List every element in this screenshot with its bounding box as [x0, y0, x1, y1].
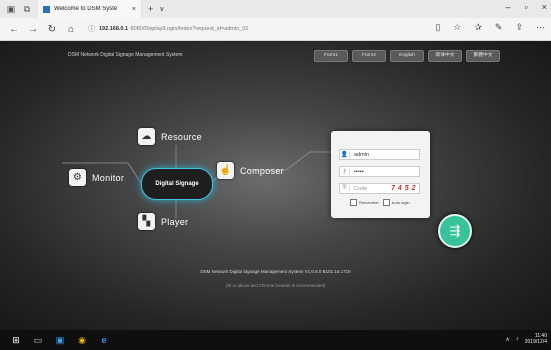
remember-label: Remember	[359, 200, 379, 205]
captcha-image[interactable]: 7 4 5 2	[391, 185, 416, 192]
auto-login-label: Auto login	[391, 200, 410, 205]
toolbar-actions: ▯ ☆ ✰ ✎ ⇪ ⋯	[435, 22, 545, 33]
remember-checkbox[interactable]	[350, 199, 357, 206]
forward-icon[interactable]: →	[28, 24, 38, 35]
digital-signage-cloud: Digital Signage	[141, 168, 213, 200]
player-grid-icon: ▚	[138, 213, 155, 230]
address-toolbar: ← → ↻ ⌂ ⓘ 192.168.0.1 :8080/Display/Logi…	[0, 18, 551, 41]
tab-favicon-icon	[43, 5, 50, 13]
tab-close-icon[interactable]: ×	[132, 6, 136, 13]
clock[interactable]: 11:40 2019/12/4	[525, 333, 547, 345]
username-value: admin	[354, 151, 369, 158]
browser-tab-bar: ▣ ⧉ Welcome to DSM Syste × + ∨ – ▫ ×	[0, 0, 551, 18]
tab-title: Welcome to DSM Syste	[54, 6, 118, 12]
code-placeholder: Code	[354, 185, 368, 192]
system-tray: ∧ ♪ 11:40 2019/12/4	[505, 333, 547, 345]
key-icon: ⚷	[340, 168, 350, 175]
new-tab-button[interactable]: +	[148, 4, 153, 14]
auto-login-checkbox[interactable]	[382, 199, 390, 206]
window-controls: – ▫ ×	[506, 2, 547, 12]
edge-icon[interactable]: e	[98, 334, 110, 346]
login-panel: 👤 admin ⚷ ••••• ⛨ Code 7 4 5 2 Remember …	[331, 131, 430, 218]
resource-node[interactable]: ☁ Resource	[138, 128, 202, 145]
refresh-icon[interactable]: ↻	[47, 24, 57, 35]
enter-arrow-icon: ⇶	[449, 223, 461, 238]
home-icon[interactable]: ⌂	[66, 24, 76, 35]
chrome-icon[interactable]: ◉	[76, 334, 88, 346]
site-info-icon[interactable]: ⓘ	[88, 24, 95, 34]
composer-node[interactable]: ☝ Composer	[217, 162, 284, 179]
favorites-hub-icon[interactable]: ✰	[474, 22, 482, 33]
clock-date: 2019/12/4	[524, 339, 547, 345]
composer-label: Composer	[240, 165, 284, 176]
user-icon: 👤	[340, 151, 350, 158]
monitor-label: Monitor	[92, 172, 125, 183]
login-page: DSM Network Digital Signage Management S…	[0, 41, 551, 330]
favorite-star-icon[interactable]: ☆	[453, 22, 461, 33]
url-host: 192.168.0.1	[99, 26, 129, 32]
maximize-icon[interactable]: ▫	[525, 2, 528, 12]
login-options: Remember Auto login	[350, 199, 410, 206]
notes-pen-icon[interactable]: ✎	[495, 22, 503, 33]
resource-label: Resource	[161, 131, 202, 142]
cloud-upload-icon: ☁	[138, 128, 155, 145]
close-window-icon[interactable]: ×	[542, 2, 547, 12]
verification-code-field[interactable]: ⛨ Code 7 4 5 2	[339, 183, 420, 194]
login-submit-button[interactable]: ⇶	[438, 214, 472, 248]
player-label: Player	[161, 216, 189, 227]
address-bar[interactable]: ⓘ 192.168.0.1 :8080/Display/Login/Index?…	[88, 22, 418, 36]
store-icon[interactable]: ▣	[54, 334, 66, 346]
password-field[interactable]: ⚷ •••••	[339, 166, 420, 177]
more-menu-icon[interactable]: ⋯	[536, 22, 545, 33]
shield-icon: ⛨	[340, 185, 350, 192]
password-value: •••••	[354, 168, 364, 175]
browser-note: (IE or above and Chrome browser is recom…	[225, 283, 326, 288]
browser-tab[interactable]: Welcome to DSM Syste ×	[38, 0, 142, 18]
taskbar: ⊞ ▭ ▣ ◉ e ∧ ♪ 11:40 2019/12/4	[0, 330, 551, 350]
back-tabs-icon[interactable]: ⧉	[22, 4, 32, 14]
tab-dropdown-icon[interactable]: ∨	[159, 5, 164, 13]
tab-actions-icon[interactable]: ▣	[6, 4, 16, 14]
volume-icon[interactable]: ♪	[516, 336, 519, 342]
username-field[interactable]: 👤 admin	[339, 149, 420, 160]
windows-start-icon[interactable]: ⊞	[10, 334, 22, 346]
monitor-node[interactable]: ⚙ Monitor	[69, 169, 124, 186]
player-node[interactable]: ▚ Player	[138, 213, 188, 230]
share-icon[interactable]: ⇪	[515, 22, 523, 33]
minimize-icon[interactable]: –	[506, 2, 511, 12]
tray-chevron-icon[interactable]: ∧	[505, 336, 509, 343]
connector-monitor	[127, 162, 142, 184]
url-path: :8080/Display/Login/Index?request_id=adm…	[129, 26, 249, 32]
back-icon[interactable]: ←	[9, 24, 19, 35]
pointer-hand-icon: ☝	[217, 162, 234, 179]
task-view-icon[interactable]: ▭	[32, 334, 44, 346]
reading-view-icon[interactable]: ▯	[435, 22, 440, 33]
version-text: DSM Network Digital Signage Management S…	[200, 269, 351, 274]
gear-icon: ⚙	[69, 169, 86, 186]
